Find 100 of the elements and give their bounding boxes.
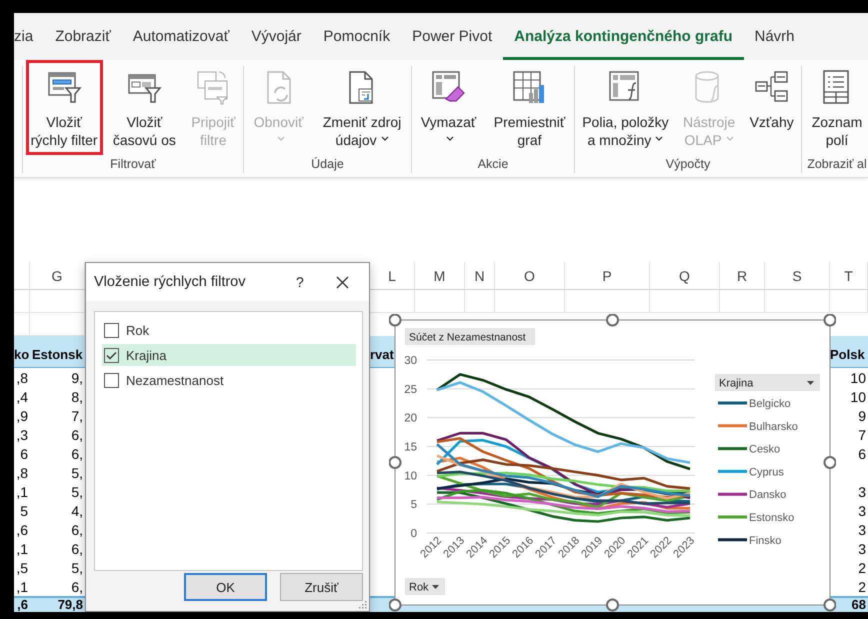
legend-line [718,424,747,428]
column-header[interactable]: O [495,262,565,289]
legend-label: Belgicko [749,398,791,410]
grid-cell[interactable] [415,290,465,313]
table-cell: 6, [71,426,83,442]
resize-grip-icon[interactable] [358,600,367,609]
resize-handle[interactable] [824,314,836,326]
table-cell: 6 [858,446,866,462]
group-label: Zobraziť al [806,156,868,173]
table-cell: ,1 [16,578,28,594]
ribbon-tab[interactable]: Zobraziť [44,13,122,60]
column-header[interactable]: R [720,262,765,289]
table-header-cell: Polsk [830,347,865,362]
axis-field-button[interactable]: Rok [405,578,445,595]
table-cell: ,9 [16,408,28,424]
value-field-button[interactable]: Súčet z Nezamestnanost [405,328,535,345]
legend-label: Cyprus [749,466,784,478]
grid-cell[interactable] [765,290,830,313]
table-cell: ,1 [16,540,28,556]
resize-handle[interactable] [824,598,836,612]
table-cell: ,6 [16,522,28,538]
ribbon-button[interactable]: Zoznam polí [806,60,868,155]
axis-tick-label: 0 [410,528,417,540]
table-cell: ,8 [16,370,28,386]
legend-line [718,492,747,496]
ribbon-button[interactable]: Zmeniť zdroj údajov [318,60,406,155]
legend-line [718,538,747,542]
checkbox[interactable] [104,348,119,362]
legend-field-button[interactable]: Krajina [715,374,820,391]
axis-tick-label: 30 [404,355,417,367]
resize-handle[interactable] [824,456,836,469]
checkbox[interactable] [104,322,119,338]
checkbox[interactable] [104,372,119,388]
grid-cell[interactable] [830,290,868,313]
ribbon-button[interactable]: Vložiť časovú os [108,60,181,155]
resize-handle[interactable] [389,598,402,612]
table-header-cell: Estonsk [32,347,83,362]
dialog-title: Vloženie rýchlych filtrov [94,274,246,290]
table-header-cell: rvat [370,347,394,362]
column-header[interactable]: Q [650,262,720,289]
table-cell: 9 [858,408,866,424]
ribbon-tab[interactable]: Pomocník [312,13,402,60]
legend-label: Finsko [749,534,782,547]
table-cell: 6, [71,446,83,462]
table-cell: 7 [858,426,866,442]
legend-line [718,447,747,450]
help-button[interactable]: ? [296,274,326,290]
ribbon-tab[interactable]: zia [14,13,44,60]
column-header[interactable]: T [830,262,868,289]
legend-label: Bulharsko [749,420,798,433]
axis-tick-label: 20 [404,412,417,425]
table-cell: 6 [20,446,28,462]
table-cell: ,8 [16,464,28,480]
grid-cell[interactable] [565,290,650,313]
total-cell: 68 [852,598,866,612]
grid-cell[interactable] [650,290,720,313]
grid-cell[interactable] [465,290,495,313]
ribbon-tab[interactable]: Power Pivot [401,13,504,60]
column-header[interactable]: M [415,262,465,289]
legend-label: Estonsko [749,512,794,524]
column-header[interactable]: P [565,262,650,289]
group-label: Filtrovať [109,156,157,173]
grid-cell[interactable] [495,290,565,313]
ribbon-tab[interactable]: Automatizovať [122,13,240,60]
table-cell: 2 [858,578,866,594]
column-header[interactable]: S [765,262,830,289]
legend-line [718,402,747,404]
table-cell: 6, [71,540,83,556]
table-cell: ,3 [16,426,28,442]
dialog-button[interactable]: OK [184,573,267,601]
resize-handle[interactable] [389,314,402,326]
close-icon[interactable] [336,276,349,288]
dialog-button[interactable]: Zrušiť [280,573,363,601]
grid-cell[interactable] [720,290,765,313]
ribbon-tab[interactable]: Návrh [744,13,806,60]
ribbon-button[interactable]: Vložiť rýchly filter [26,60,103,155]
table-cell: ,4 [16,388,28,404]
table-header-cell: ko [14,347,30,362]
table-cell: 7, [71,408,83,424]
ribbon-button[interactable]: Polia, položky a množiny [577,60,674,155]
field-list-item[interactable]: Krajina [102,344,356,366]
field-list-item[interactable]: Nezamestnanost [102,369,356,391]
table-cell: 5, [71,560,83,576]
ribbon-button[interactable]: Vzťahy [744,60,799,137]
ribbon-button[interactable]: Vymazať [416,60,482,155]
table-cell: 3 [858,540,866,556]
table-cell: ,5 [16,560,28,576]
legend-line [718,470,747,473]
table-cell: 4, [71,502,83,518]
resize-handle[interactable] [606,598,619,612]
column-header[interactable]: N [465,262,495,289]
axis-tick-label: 5 [410,499,417,512]
total-cell: ,6 [17,598,28,612]
table-cell: 5, [71,484,83,500]
resize-handle[interactable] [389,456,402,469]
ribbon-tab[interactable]: Vývojár [240,13,312,60]
resize-handle[interactable] [606,314,619,326]
field-list-item[interactable]: Rok [102,319,356,341]
ribbon-button[interactable]: Premiestniť graf [488,60,570,155]
grid-cell[interactable] [14,290,30,313]
